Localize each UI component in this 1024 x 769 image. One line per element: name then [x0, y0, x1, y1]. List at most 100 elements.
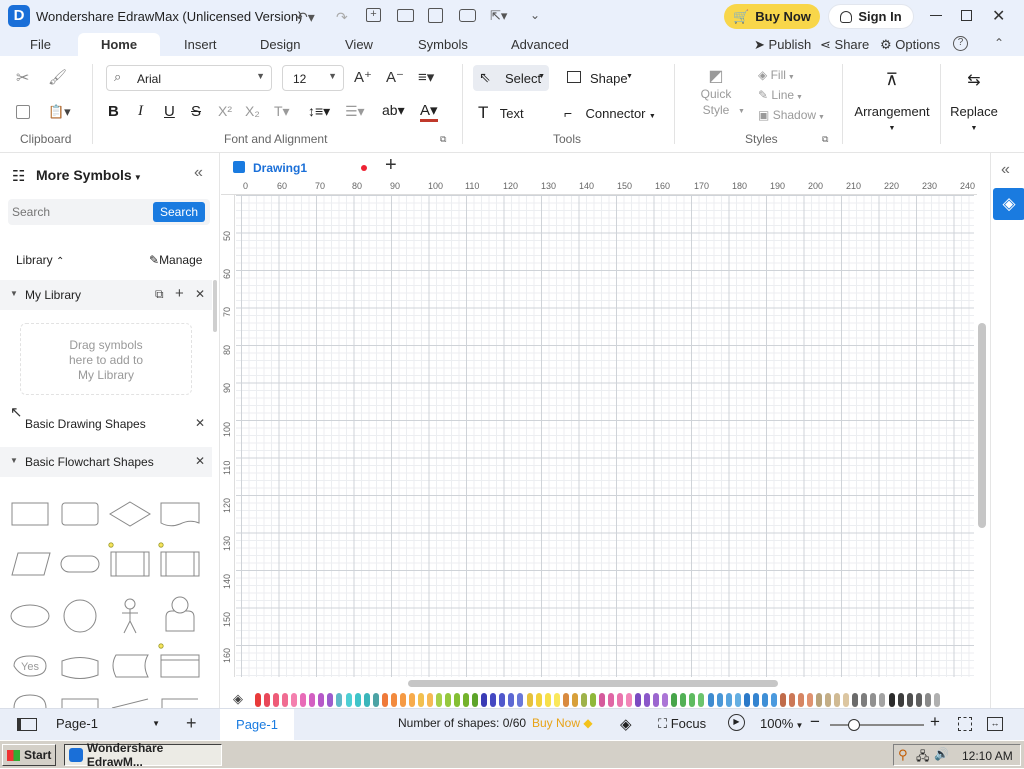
library-toggle[interactable]: Library ⌃ [16, 253, 64, 267]
publish-button[interactable]: ➤ Publish [754, 37, 811, 53]
start-button[interactable]: Start [2, 744, 56, 766]
color-swatch[interactable] [617, 693, 623, 707]
color-swatch[interactable] [671, 693, 678, 707]
tab-view[interactable]: View [345, 37, 373, 52]
fit-page-icon[interactable] [958, 717, 972, 731]
style-panel-button[interactable]: ◈ [993, 188, 1024, 220]
color-swatch[interactable] [707, 693, 714, 707]
format-painter-icon[interactable]: 🖌 [48, 68, 67, 86]
color-swatch[interactable] [300, 693, 307, 707]
tab-advanced[interactable]: Advanced [511, 37, 569, 52]
styles-dialog-launcher-icon[interactable]: ⧉ [822, 134, 828, 145]
symbol-search-input[interactable] [12, 203, 142, 221]
color-swatch[interactable] [336, 693, 343, 707]
connector-tool-button[interactable]: ⌐ Connector ▼ [564, 105, 656, 121]
color-swatch[interactable] [535, 693, 542, 707]
zoom-out-button[interactable]: − [810, 712, 820, 732]
color-swatch[interactable] [897, 693, 904, 707]
buy-now-button[interactable]: 🛒 Buy Now [724, 4, 820, 29]
user-shape[interactable] [165, 610, 195, 632]
color-swatch[interactable] [870, 693, 877, 707]
status-buy-now-link[interactable]: Buy Now ◆ [532, 716, 593, 730]
document-shape[interactable] [160, 502, 200, 527]
tab-design[interactable]: Design [260, 37, 300, 52]
canvas-vertical-scrollbar[interactable] [978, 323, 986, 528]
color-swatch[interactable] [345, 693, 352, 707]
close-icon[interactable]: ✕ [195, 454, 205, 468]
taskbar-window-edrawmax[interactable]: Wondershare EdrawM... [64, 741, 222, 769]
color-swatch[interactable] [571, 693, 578, 707]
circle-shape[interactable] [63, 599, 97, 633]
internal-storage-shape[interactable] [160, 654, 200, 678]
zoom-level-select[interactable]: 100% ▼ [760, 716, 803, 731]
color-swatch[interactable] [779, 693, 786, 707]
new-tab-button[interactable]: + [385, 154, 397, 177]
options-button[interactable]: ⚙ Options [880, 37, 940, 53]
cut-icon[interactable]: ✂ [16, 68, 29, 88]
color-swatch[interactable] [798, 693, 804, 707]
color-swatch[interactable] [327, 693, 334, 707]
color-swatch[interactable] [607, 693, 614, 707]
decision-shape[interactable] [109, 501, 151, 527]
color-swatch[interactable] [445, 693, 452, 707]
page-selector[interactable]: Page-1 ▼ [56, 716, 162, 734]
library-drop-zone[interactable]: Drag symbols here to add to My Library [20, 323, 192, 395]
color-swatch[interactable] [381, 693, 388, 707]
more-symbols-button[interactable]: More Symbols ▼ [36, 167, 142, 183]
maximize-button[interactable] [961, 10, 972, 21]
fill-button[interactable]: ◈ Fill ▼ [758, 68, 795, 82]
color-swatch[interactable] [734, 693, 741, 707]
copy-icon[interactable] [16, 105, 30, 119]
color-swatch[interactable] [282, 693, 289, 707]
quick-style-dropdown-icon[interactable]: ▼ [738, 108, 745, 115]
color-swatch[interactable] [273, 693, 280, 707]
color-swatch[interactable] [752, 693, 759, 707]
basic-flowchart-shapes-header[interactable]: ▼ Basic Flowchart Shapes ✕ [0, 447, 212, 477]
color-swatch[interactable] [291, 693, 298, 707]
zoom-in-button[interactable]: + [930, 712, 940, 732]
color-swatch[interactable] [436, 693, 442, 707]
volume-icon[interactable]: 🔊 [934, 747, 949, 761]
print-icon[interactable] [459, 9, 476, 22]
panel-scrollbar[interactable] [213, 280, 217, 332]
color-swatch[interactable] [879, 693, 886, 707]
terminator-shape[interactable] [60, 555, 100, 573]
shadow-button[interactable]: ▣ Shadow ▼ [758, 108, 825, 122]
save-icon[interactable] [428, 8, 443, 23]
search-tray-icon[interactable]: ⚲ [898, 747, 908, 763]
font-color-icon[interactable]: A▾ [420, 101, 438, 122]
color-swatch[interactable] [390, 693, 397, 707]
page-layout-icon[interactable] [17, 718, 37, 731]
color-swatch[interactable] [743, 693, 750, 707]
basic-drawing-shapes-header[interactable]: Basic Drawing Shapes ✕ [0, 409, 212, 439]
tab-insert[interactable]: Insert [184, 37, 217, 52]
add-page-button[interactable]: + [186, 713, 197, 734]
highlight-icon[interactable]: ab▾ [382, 102, 405, 119]
arrangement-button[interactable]: ⊼ Arrangement ▼ [852, 70, 932, 132]
color-swatch[interactable] [363, 693, 370, 707]
strikethrough-icon[interactable]: S [191, 103, 201, 120]
color-swatch[interactable] [517, 693, 524, 707]
color-swatch[interactable] [924, 693, 931, 707]
color-swatch[interactable] [644, 693, 651, 707]
color-swatch[interactable] [933, 693, 940, 707]
collapse-panel-icon[interactable]: « [194, 164, 203, 182]
color-swatch[interactable] [843, 693, 850, 707]
undo-icon[interactable]: ↶▾ [296, 9, 315, 26]
quick-style-button[interactable]: ◩ Quick Style [698, 66, 734, 118]
shape-tool-button[interactable]: Shape ▼ [564, 65, 640, 91]
actor-shape[interactable] [122, 598, 138, 634]
tab-symbols[interactable]: Symbols [418, 37, 468, 52]
my-library-header[interactable]: ▼ My Library ⧉ + ✕ [0, 280, 212, 310]
share-button[interactable]: ⋖ Share [820, 37, 869, 53]
color-swatch[interactable] [255, 693, 261, 707]
partial-shape[interactable] [13, 694, 47, 708]
color-swatch[interactable] [653, 693, 660, 707]
data-shape[interactable] [11, 552, 51, 576]
italic-icon[interactable]: I [138, 103, 143, 120]
color-swatch[interactable] [807, 693, 814, 707]
fit-width-icon[interactable]: ↔ [987, 717, 1003, 731]
line-button[interactable]: ✎ Line ▼ [758, 88, 803, 102]
color-swatch[interactable] [626, 693, 633, 707]
color-swatch[interactable] [562, 693, 569, 707]
